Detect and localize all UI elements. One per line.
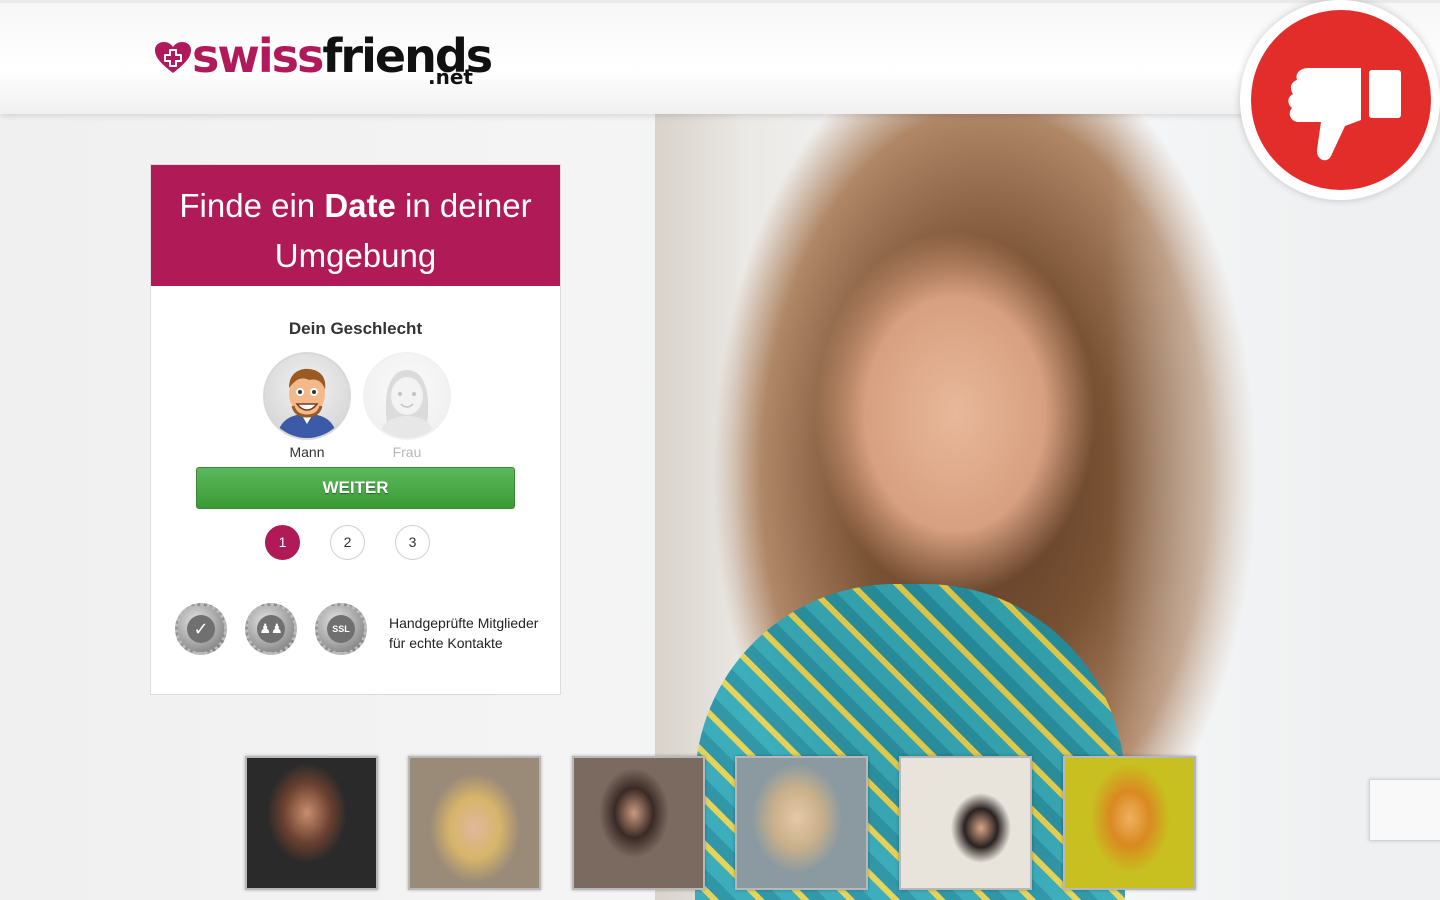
male-avatar-icon <box>263 352 351 440</box>
rating-badge <box>1240 0 1440 200</box>
gender-title: Dein Geschlecht <box>288 319 423 338</box>
rating-badge-circle <box>1251 10 1431 190</box>
members-group-icon: ♟♟ <box>245 603 297 655</box>
trust-text: Handgeprüfte Mitglieder für echte Kontak… <box>389 615 539 651</box>
logo-swiss: swiss <box>192 29 324 83</box>
trust-seals: ✓ ♟♟ SSL Handgeprüfte Mitglieder für ech… <box>175 603 545 683</box>
gender-option-mann[interactable]: Mann <box>262 352 352 460</box>
gender-option-frau[interactable]: Frau <box>362 352 452 460</box>
landing-page: swissfriends .net Finde ein Date in dein… <box>0 0 1440 900</box>
step-2: 2 <box>330 525 365 560</box>
ssl-lock-icon: SSL <box>315 603 367 655</box>
step-3: 3 <box>395 525 430 560</box>
member-thumbnails <box>245 756 1196 890</box>
site-logo[interactable]: swissfriends .net <box>154 29 493 91</box>
member-photo-4[interactable] <box>735 756 868 890</box>
gender-label-frau: Frau <box>392 444 422 460</box>
member-photo-1[interactable] <box>245 756 378 890</box>
recaptcha-widget[interactable] <box>1369 779 1440 841</box>
female-avatar-icon <box>363 352 451 440</box>
gender-selector: Mann Frau <box>262 352 452 462</box>
headline-bold: Date <box>324 187 396 224</box>
step-1: 1 <box>265 525 300 560</box>
member-photo-2[interactable] <box>408 756 541 890</box>
step-indicator: 1 2 3 <box>265 525 465 561</box>
headline-part-1: Finde ein <box>179 187 325 224</box>
thumbs-down-icon <box>1288 68 1401 161</box>
weiter-button[interactable]: WEITER <box>196 467 515 509</box>
site-header: swissfriends .net <box>0 0 1440 114</box>
member-photo-3[interactable] <box>572 756 705 890</box>
verified-check-icon: ✓ <box>175 603 227 655</box>
signup-headline: Finde ein Date in deiner Umgebung <box>151 165 560 286</box>
member-photo-6[interactable] <box>1063 756 1196 890</box>
logo-tld: .net <box>428 65 473 89</box>
heart-plus-icon <box>155 42 191 73</box>
signup-card: Finde ein Date in deiner Umgebung Dein G… <box>150 164 561 695</box>
member-photo-5[interactable] <box>899 756 1032 890</box>
gender-label-mann: Mann <box>289 444 325 460</box>
